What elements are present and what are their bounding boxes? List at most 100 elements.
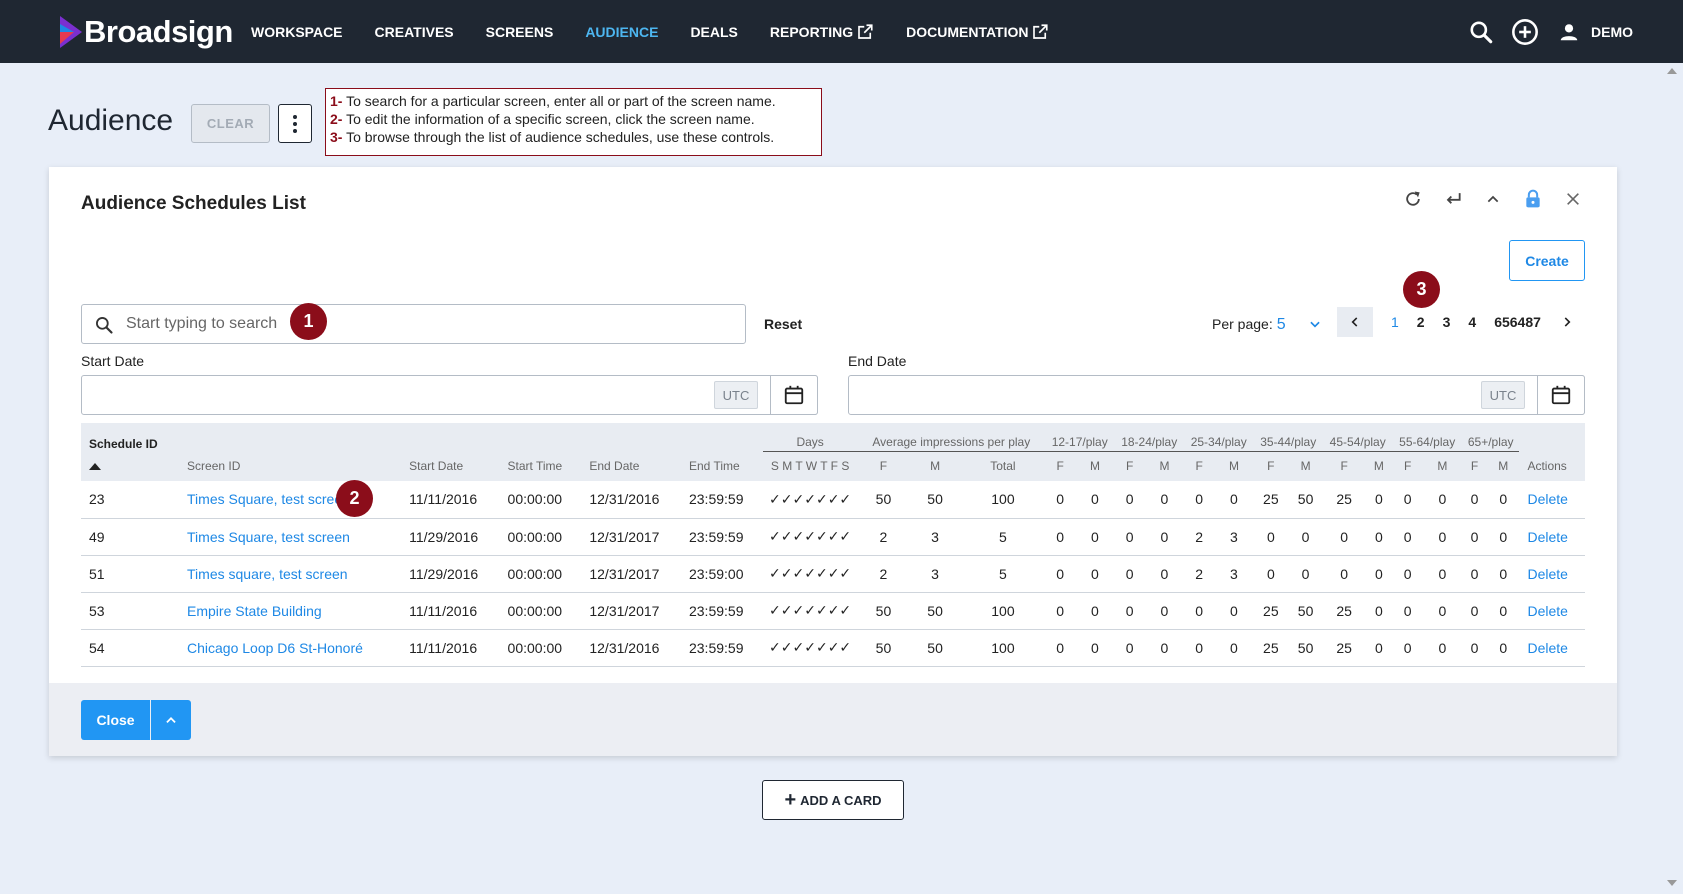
group-sub-header-m: M <box>1228 459 1239 474</box>
chevron-down-icon[interactable] <box>1308 317 1322 336</box>
end-date-field[interactable]: UTC <box>848 375 1585 415</box>
age-group-header: 55-64/play <box>1392 423 1462 452</box>
page-656487-button[interactable]: 656487 <box>1494 314 1541 330</box>
add-card-button[interactable]: + ADD A CARD <box>762 780 904 820</box>
calendar-icon[interactable] <box>770 375 818 415</box>
screen-name-link[interactable]: Empire State Building <box>187 603 322 619</box>
start-date-cell: 11/11/2016 <box>401 481 500 519</box>
start-date-header-spacer <box>401 423 499 451</box>
days-header: Days <box>762 423 858 452</box>
age-group-header: 25-34/play <box>1183 423 1254 452</box>
nav-item-audience[interactable]: AUDIENCE <box>585 24 658 40</box>
delete-link[interactable]: Delete <box>1527 566 1567 582</box>
clear-button[interactable]: CLEAR <box>191 104 270 143</box>
sort-ascending-icon[interactable] <box>81 451 179 481</box>
search-field[interactable] <box>81 304 746 344</box>
nav-item-deals[interactable]: DEALS <box>690 24 737 40</box>
age-group-cell: 50 <box>1288 481 1323 519</box>
next-page-chevron-right-icon[interactable] <box>1555 307 1579 337</box>
broadsign-logo-icon <box>60 16 82 48</box>
search-input[interactable] <box>126 311 706 337</box>
age-group-cell: 0 <box>1044 481 1076 519</box>
page-2-button[interactable]: 2 <box>1417 314 1425 330</box>
avg-impression-cell: 5 <box>960 555 1045 593</box>
annotation-text: To search for a particular screen, enter… <box>346 93 776 109</box>
more-options-button[interactable] <box>278 104 312 143</box>
annotation-line: 2- To edit the information of a specific… <box>330 110 817 128</box>
nav-item-documentation[interactable]: DOCUMENTATION <box>906 23 1049 41</box>
calendar-icon[interactable] <box>1537 375 1585 415</box>
annotation-marker-3: 3 <box>1403 271 1440 308</box>
age-group-cell: 0 <box>1114 518 1145 556</box>
nav-item-workspace[interactable]: WORKSPACE <box>251 24 343 40</box>
screen-name-link[interactable]: Times Square, test screen <box>187 529 350 545</box>
scroll-up-arrow-icon[interactable] <box>1667 68 1677 74</box>
age-group-cell: 0 <box>1144 555 1184 593</box>
search-icon[interactable] <box>1467 18 1495 46</box>
brand-name: Broadsign <box>84 14 233 49</box>
start-time-header-spacer <box>500 423 582 451</box>
delete-link[interactable]: Delete <box>1527 603 1567 619</box>
screen-name-link[interactable]: Times Square, test screen <box>187 491 350 507</box>
delete-link[interactable]: Delete <box>1527 640 1567 656</box>
per-page-value[interactable]: 5 <box>1277 316 1286 333</box>
avg-impression-cell: 50 <box>857 592 910 630</box>
add-circle-icon[interactable] <box>1511 18 1539 46</box>
user-name[interactable]: DEMO <box>1591 24 1633 40</box>
scroll-down-arrow-icon[interactable] <box>1667 880 1677 886</box>
close-icon[interactable] <box>1561 187 1585 211</box>
age-group-cell: 0 <box>1392 629 1423 667</box>
start-date-cell: 11/29/2016 <box>401 555 500 593</box>
age-group-cell: 0 <box>1322 518 1366 556</box>
return-icon[interactable] <box>1441 187 1465 211</box>
avg-impression-cell: 2 <box>857 518 910 556</box>
refresh-icon[interactable] <box>1401 187 1425 211</box>
annotation-line: 3- To browse through the list of audienc… <box>330 128 817 146</box>
age-group-cell: 0 <box>1392 481 1423 519</box>
page-4-button[interactable]: 4 <box>1468 314 1476 330</box>
prev-page-chevron-left-icon[interactable] <box>1337 307 1373 337</box>
age-group-cell: 3 <box>1214 518 1254 556</box>
age-group-header: 18-24/play <box>1114 423 1184 452</box>
start-date-header: Start Date <box>409 459 464 473</box>
nav-item-reporting[interactable]: REPORTING <box>770 23 874 41</box>
annotation-box: 1- To search for a particular screen, en… <box>325 88 822 156</box>
avg-impressions-header: Average impressions per play <box>857 423 1045 452</box>
age-group-cell: 0 <box>1422 592 1462 630</box>
avg-sub-header: Total <box>990 459 1016 474</box>
age-group-cell: 0 <box>1214 629 1254 667</box>
kebab-dot-icon <box>293 121 297 126</box>
nav-item-screens[interactable]: SCREENS <box>486 24 554 40</box>
close-button[interactable]: Close <box>81 700 150 740</box>
reset-link[interactable]: Reset <box>764 316 802 332</box>
age-group-cell: 0 <box>1461 481 1488 519</box>
create-button[interactable]: Create <box>1509 240 1585 281</box>
collapse-chevron-up-icon[interactable] <box>1481 187 1505 211</box>
delete-link[interactable]: Delete <box>1527 529 1567 545</box>
age-group-cell: 0 <box>1253 518 1289 556</box>
age-group-cell: 0 <box>1392 592 1423 630</box>
age-group-cell: 0 <box>1422 518 1462 556</box>
per-page-select[interactable]: Per page: 5 <box>1212 316 1286 334</box>
group-sub-header-m: M <box>1089 459 1100 474</box>
schedule-id-cell: 23 <box>81 481 180 519</box>
end-date-cell: 12/31/2016 <box>581 629 681 667</box>
lock-icon[interactable] <box>1521 187 1545 211</box>
delete-link[interactable]: Delete <box>1527 491 1567 507</box>
screen-name-link[interactable]: Chicago Loop D6 St-Honoré <box>187 640 363 656</box>
age-group-cell: 0 <box>1365 555 1393 593</box>
age-group-header: 65+/play <box>1461 423 1520 452</box>
schedule-id-header[interactable]: Schedule ID <box>81 423 179 451</box>
start-date-cell: 11/11/2016 <box>401 592 500 630</box>
avg-sub-header: M <box>930 459 941 474</box>
group-sub-header-f: F <box>1126 459 1134 474</box>
screen-id-header: Screen ID <box>187 459 241 473</box>
user-icon[interactable] <box>1555 18 1583 46</box>
broadsign-logo[interactable]: Broadsign <box>60 14 233 50</box>
expand-chevron-up-button[interactable] <box>151 700 191 740</box>
page-1-button[interactable]: 1 <box>1391 314 1399 330</box>
screen-name-link[interactable]: Times square, test screen <box>187 566 348 582</box>
page-3-button[interactable]: 3 <box>1443 314 1451 330</box>
start-date-field[interactable]: UTC <box>81 375 818 415</box>
nav-item-creatives[interactable]: CREATIVES <box>375 24 454 40</box>
